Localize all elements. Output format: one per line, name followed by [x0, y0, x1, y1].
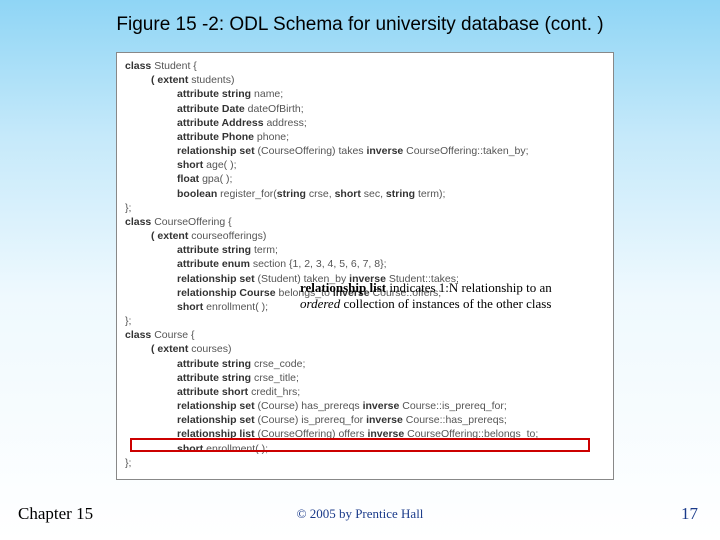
code-line: ( extent courseofferings) — [125, 229, 605, 243]
code-line: attribute Phone phone; — [125, 130, 605, 144]
code-line: }; — [125, 314, 605, 328]
annotation-text: relationship list indicates 1:N relation… — [300, 280, 580, 313]
code-line: }; — [125, 456, 605, 470]
code-line: ( extent students) — [125, 73, 605, 87]
code-line: class Course { — [125, 328, 605, 342]
copyright-text: © 2005 by Prentice Hall — [0, 506, 720, 522]
code-line: short age( ); — [125, 158, 605, 172]
code-line: attribute Address address; — [125, 116, 605, 130]
code-line: boolean register_for(string crse, short … — [125, 187, 605, 201]
code-line: attribute string name; — [125, 87, 605, 101]
code-line: short enrollment( ); — [125, 442, 605, 456]
code-line: float gpa( ); — [125, 172, 605, 186]
code-line: class Student { — [125, 59, 605, 73]
code-line: relationship set (Course) has_prereqs in… — [125, 399, 605, 413]
code-line: relationship set (Course) is_prereq_for … — [125, 413, 605, 427]
code-line: attribute enum section {1, 2, 3, 4, 5, 6… — [125, 257, 605, 271]
code-line: attribute short credit_hrs; — [125, 385, 605, 399]
code-panel: class Student { ( extent students) attri… — [116, 52, 614, 480]
slide-title: Figure 15 -2: ODL Schema for university … — [0, 0, 720, 36]
code-line: relationship set (CourseOffering) takes … — [125, 144, 605, 158]
code-line: ( extent courses) — [125, 342, 605, 356]
code-line: }; — [125, 201, 605, 215]
code-line: attribute string crse_title; — [125, 371, 605, 385]
code-line: attribute Date dateOfBirth; — [125, 102, 605, 116]
code-line: class CourseOffering { — [125, 215, 605, 229]
code-line: attribute string crse_code; — [125, 357, 605, 371]
page-number: 17 — [681, 504, 698, 524]
code-line: attribute string term; — [125, 243, 605, 257]
code-line: relationship list (CourseOffering) offer… — [125, 427, 605, 441]
